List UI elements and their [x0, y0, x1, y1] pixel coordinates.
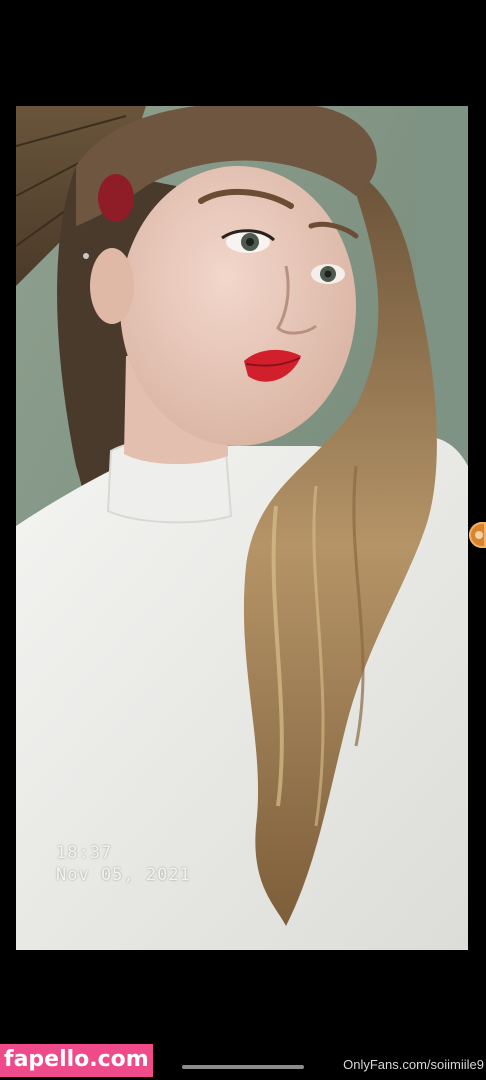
bottom-watermark-bar: fapello.com OnlyFans.com/soiimiile9 — [0, 1042, 486, 1080]
edge-panel-handle[interactable] — [469, 522, 486, 548]
site-watermark-badge: fapello.com — [0, 1044, 153, 1077]
timestamp-time: 18:37 — [56, 843, 113, 863]
creator-link-watermark: OnlyFans.com/soiimiile9 — [343, 1057, 484, 1072]
home-indicator[interactable] — [182, 1065, 304, 1069]
photo[interactable] — [16, 106, 468, 950]
photo-image — [16, 106, 468, 950]
timestamp-overlay: 18:37 Nov 05, 2021 — [56, 842, 191, 886]
timestamp-date: Nov 05, 2021 — [56, 865, 191, 885]
